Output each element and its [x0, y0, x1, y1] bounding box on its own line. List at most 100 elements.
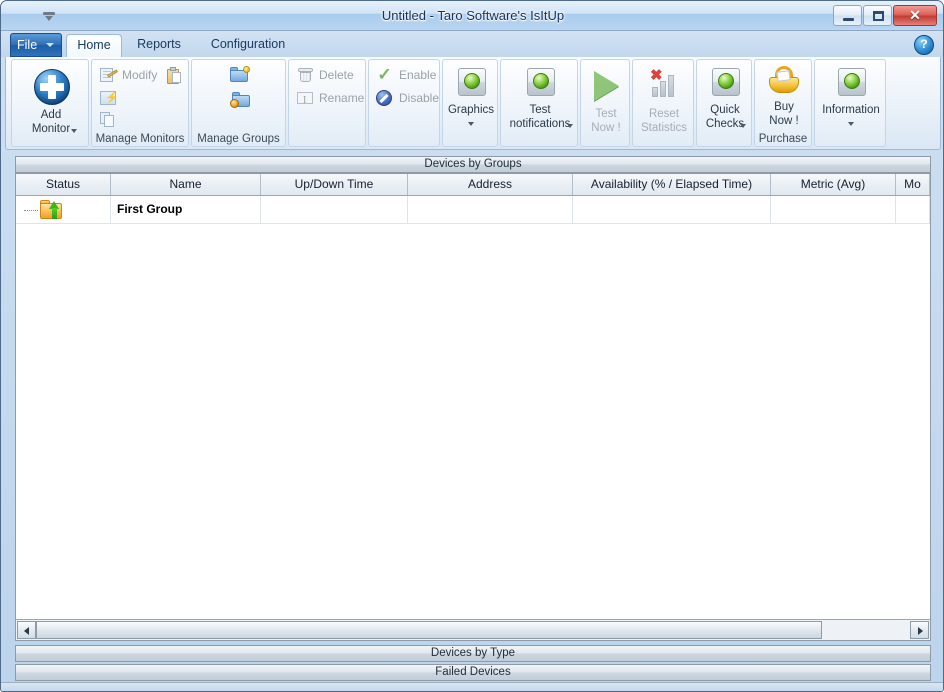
green-orb-icon [838, 68, 866, 96]
disable-item[interactable]: Disable [375, 87, 439, 109]
ribbon-group-add-monitor: Add Monitor [11, 59, 89, 147]
add-monitor-label-line1: Add [15, 109, 87, 122]
maximize-button[interactable] [863, 5, 892, 26]
information-button[interactable]: Information [817, 64, 885, 144]
reset-statistics-button[interactable]: ✖ Reset Statistics [635, 64, 693, 144]
title-bar: Untitled - Taro Software's IsItUp ✕ [1, 1, 944, 31]
ribbon-group-manage-groups: Manage Groups [191, 59, 286, 147]
column-header-address[interactable]: Address [408, 174, 573, 195]
graphics-button[interactable]: Graphics [445, 64, 497, 144]
bolt-edit-icon[interactable]: ⚡ [100, 91, 116, 105]
delete-item[interactable]: Delete [295, 64, 365, 86]
tab-configuration[interactable]: Configuration [196, 34, 300, 57]
tab-file[interactable]: File [10, 33, 62, 57]
ribbon-group-reset-statistics: ✖ Reset Statistics [632, 59, 694, 147]
group-folder-icon[interactable] [40, 200, 64, 220]
ribbon-tab-strip: File Home Reports Configuration ? [1, 31, 944, 57]
column-header-name[interactable]: Name [111, 174, 261, 195]
panel-header-devices-by-type[interactable]: Devices by Type [15, 645, 931, 662]
tree-connector [24, 210, 38, 212]
scroll-right-button[interactable] [910, 621, 929, 639]
ribbon-group-purchase: Buy Now ! Purchase [754, 59, 812, 147]
scrollbar-track[interactable] [822, 621, 909, 639]
chevron-down-icon [567, 124, 573, 128]
test-now-button[interactable]: Test Now ! [583, 64, 629, 144]
ribbon-group-manage-monitors: Modify ⚡ Manage Monitors [91, 59, 189, 147]
table-row[interactable]: First Group [16, 196, 930, 224]
minimize-button[interactable] [833, 5, 862, 26]
rename-item[interactable]: Rename [295, 87, 365, 109]
quick-checks-label-line2: Checks [699, 118, 760, 131]
help-icon[interactable]: ? [914, 35, 934, 55]
ribbon-group-information: Information [814, 59, 886, 147]
ribbon-group-label-purchase: Purchase [755, 133, 811, 145]
column-header-metric-avg[interactable]: Metric (Avg) [771, 174, 896, 195]
column-header-up-down-time[interactable]: Up/Down Time [261, 174, 408, 195]
buy-now-label-line2: Now ! [757, 115, 811, 128]
add-monitor-icon [34, 69, 70, 105]
clipboard-paste-icon[interactable] [167, 67, 182, 84]
green-orb-icon [458, 68, 486, 96]
test-now-label-line2: Now ! [583, 122, 629, 135]
ribbon-group-label-manage-groups: Manage Groups [192, 133, 285, 145]
reset-statistics-icon: ✖ [649, 69, 679, 99]
reset-statistics-label-line1: Reset [635, 108, 693, 121]
green-orb-icon [712, 68, 740, 96]
status-strip [1, 682, 944, 691]
cell-name: First Group [111, 196, 261, 223]
cell-up-down-time [261, 196, 408, 223]
copy-pages-icon[interactable] [100, 112, 115, 127]
minimize-icon [843, 18, 854, 21]
modify-label: Modify [122, 64, 157, 86]
devices-grid: Status Name Up/Down Time Address Availab… [15, 173, 931, 641]
chevron-down-icon [71, 129, 77, 133]
disable-label: Disable [399, 87, 439, 109]
chevron-down-icon [468, 122, 474, 126]
graphics-label: Graphics [445, 104, 497, 117]
arrow-right-icon [918, 627, 923, 635]
delete-label: Delete [319, 64, 354, 86]
cell-status [16, 196, 111, 223]
enable-label: Enable [399, 64, 436, 86]
ribbon-group-graphics: Graphics [442, 59, 498, 147]
ribbon-panel: Add Monitor Modify ⚡ Manage Monitor [5, 57, 941, 150]
scroll-left-button[interactable] [17, 621, 36, 639]
chevron-down-icon [848, 122, 854, 126]
chevron-down-icon [740, 124, 746, 128]
test-notifications-label-line2: notifications [503, 118, 586, 131]
tab-home[interactable]: Home [66, 34, 122, 57]
buy-now-button[interactable]: Buy Now ! [757, 63, 811, 131]
window-title: Untitled - Taro Software's IsItUp [1, 1, 944, 31]
scrollbar-thumb[interactable] [36, 621, 822, 639]
play-icon [594, 71, 619, 101]
cell-more [896, 196, 930, 223]
trash-icon [298, 67, 313, 83]
column-header-more[interactable]: Mo [896, 174, 930, 195]
green-orb-icon [527, 68, 555, 96]
folder-settings-icon[interactable] [230, 91, 250, 108]
panel-header-failed-devices[interactable]: Failed Devices [15, 664, 931, 681]
maximize-icon [873, 11, 884, 21]
cell-address [408, 196, 573, 223]
cell-availability [573, 196, 771, 223]
tab-reports[interactable]: Reports [124, 34, 194, 57]
column-header-availability[interactable]: Availability (% / Elapsed Time) [573, 174, 771, 195]
tab-file-label: File [17, 38, 37, 52]
rename-icon [297, 92, 313, 104]
chevron-down-icon [46, 43, 54, 47]
ribbon-group-test-notifications: Test notifications [500, 59, 578, 147]
folder-new-icon[interactable] [230, 66, 250, 83]
ribbon-group-enable-disable: ✓ Enable Disable [368, 59, 440, 147]
close-button[interactable]: ✕ [893, 5, 937, 26]
arrow-left-icon [24, 627, 29, 635]
horizontal-scrollbar[interactable] [16, 619, 930, 640]
test-notifications-button[interactable]: Test notifications [503, 64, 577, 144]
ribbon-group-quick-checks: Quick Checks [696, 59, 752, 147]
grid-header-row: Status Name Up/Down Time Address Availab… [16, 174, 930, 196]
rename-label: Rename [319, 87, 364, 109]
enable-item[interactable]: ✓ Enable [375, 64, 439, 86]
column-header-status[interactable]: Status [16, 174, 111, 195]
add-monitor-button[interactable]: Add Monitor [15, 65, 87, 143]
quick-checks-button[interactable]: Quick Checks [699, 64, 751, 144]
panel-header-devices-by-groups[interactable]: Devices by Groups [15, 156, 931, 173]
